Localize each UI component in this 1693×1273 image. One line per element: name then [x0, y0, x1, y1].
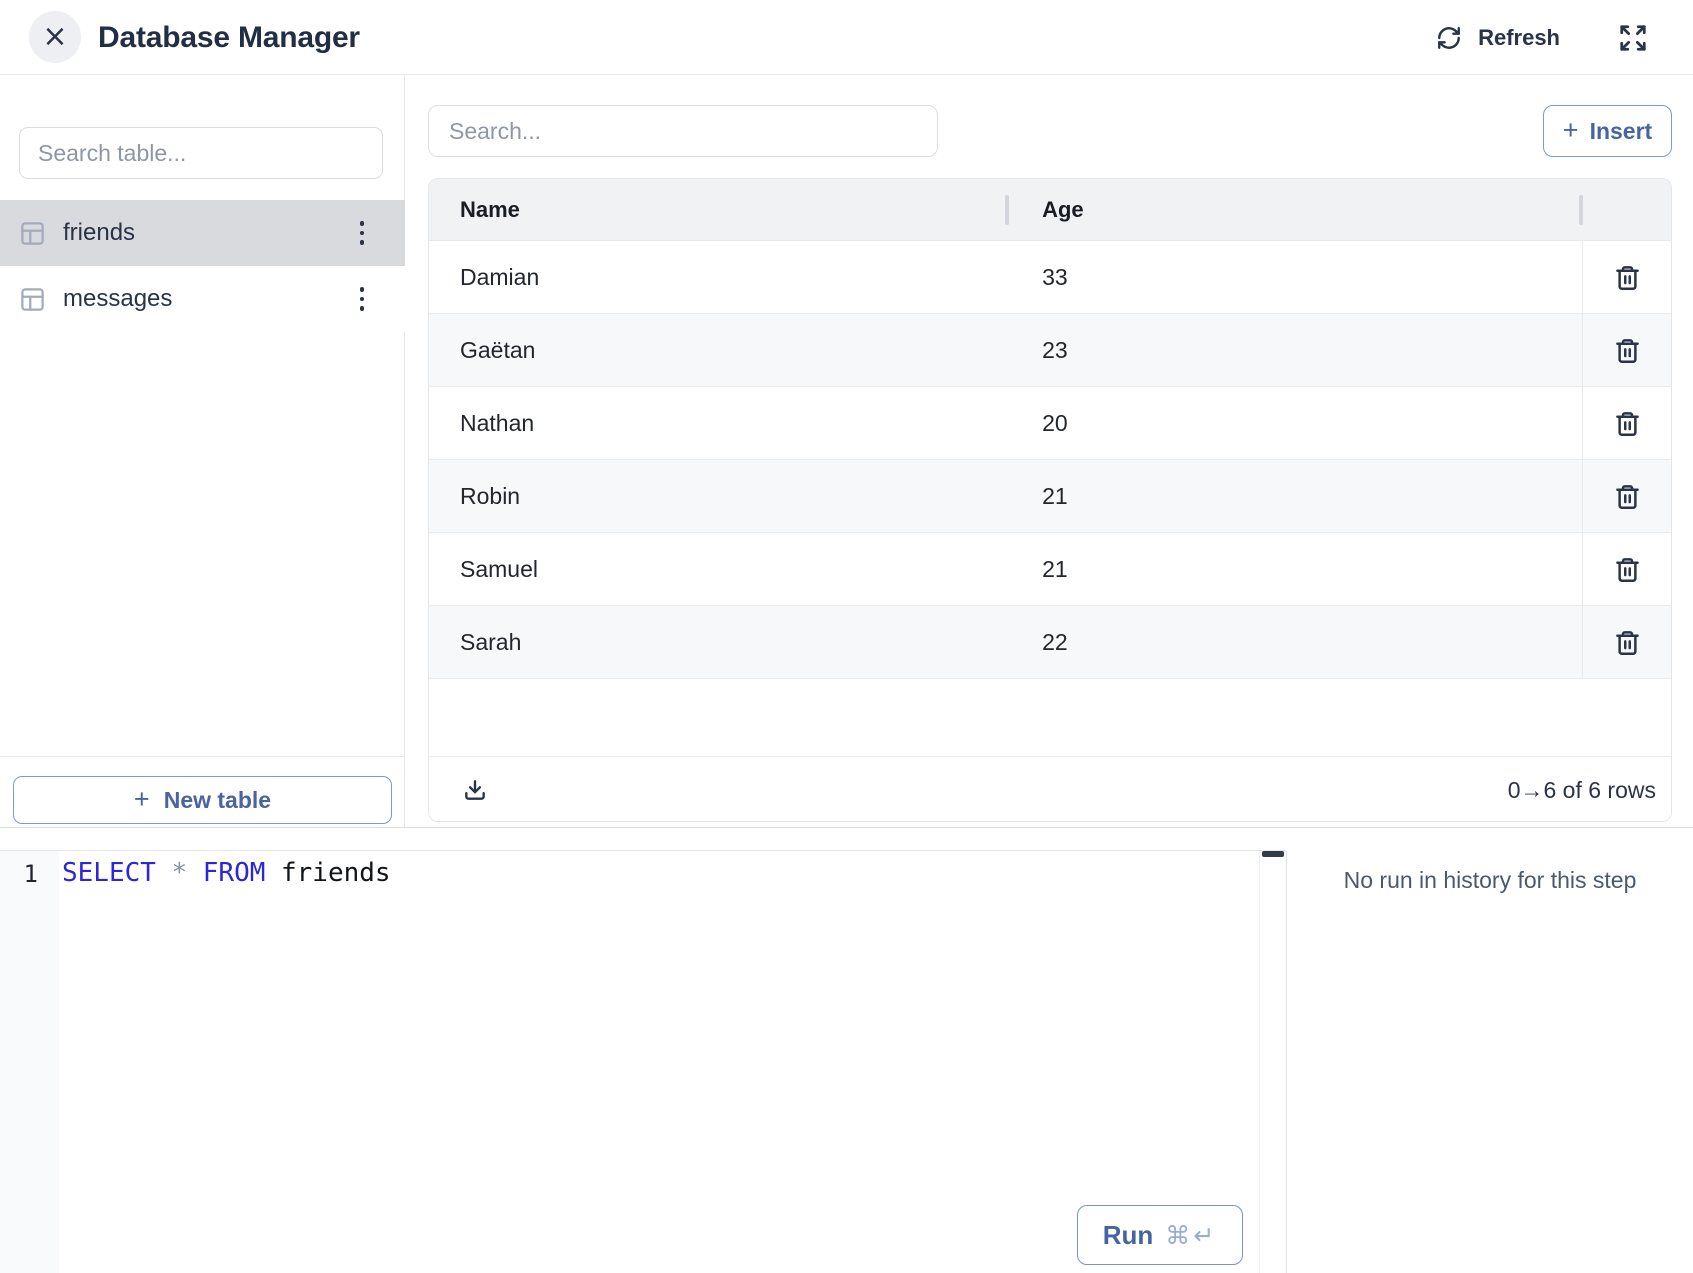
kebab-icon [360, 287, 365, 292]
sidebar: friends messages + New table [0, 75, 405, 827]
table-icon [19, 286, 46, 313]
column-header-age: Age [1007, 179, 1582, 240]
results-pane: + Insert Name Age Damian 33 Gaëtan 23 [405, 75, 1693, 827]
cell-age[interactable]: 20 [1007, 387, 1582, 459]
trash-icon [1614, 337, 1641, 364]
editor-gutter: 1 [0, 851, 59, 1273]
export-button[interactable] [460, 775, 490, 805]
sidebar-item-friends[interactable]: friends [0, 200, 405, 266]
cell-age[interactable]: 22 [1007, 606, 1582, 678]
history-empty-message: No run in history for this step [1344, 867, 1637, 894]
sql-keyword: SELECT [62, 858, 156, 888]
cell-name[interactable]: Samuel [429, 533, 1007, 605]
column-header-name: Name [429, 179, 1007, 240]
run-history-panel: No run in history for this step [1287, 851, 1693, 1273]
sql-star: * [172, 858, 188, 888]
run-label: Run [1103, 1220, 1154, 1251]
table-row: Gaëtan 23 [429, 314, 1671, 387]
delete-row-button[interactable] [1610, 406, 1645, 441]
refresh-button[interactable]: Refresh [1436, 0, 1560, 75]
column-header-actions [1582, 179, 1671, 240]
cell-name[interactable]: Robin [429, 460, 1007, 532]
sidebar-item-label: messages [63, 285, 172, 313]
column-resize-handle[interactable] [1005, 195, 1009, 225]
table-row: Sarah 22 [429, 606, 1671, 679]
column-resize-handle[interactable] [1579, 195, 1583, 225]
cell-name[interactable]: Nathan [429, 387, 1007, 459]
scrollbar-thumb[interactable] [1262, 851, 1284, 857]
close-button[interactable]: × [29, 11, 81, 63]
table-row: Nathan 20 [429, 387, 1671, 460]
sidebar-item-label: friends [63, 219, 135, 247]
trash-icon [1614, 629, 1641, 656]
new-table-label: New table [164, 787, 271, 814]
insert-button[interactable]: + Insert [1543, 105, 1672, 157]
trash-icon [1614, 556, 1641, 583]
refresh-icon [1436, 25, 1462, 51]
download-icon [462, 777, 488, 803]
table-search-input[interactable] [19, 127, 383, 179]
new-table-button[interactable]: + New table [13, 776, 392, 824]
cell-age[interactable]: 33 [1007, 241, 1582, 313]
fullscreen-button[interactable] [1618, 23, 1648, 53]
rows-count-info: 0→6 of 6 rows [1508, 777, 1656, 804]
delete-row-button[interactable] [1610, 552, 1645, 587]
table-row: Samuel 21 [429, 533, 1671, 606]
sql-section: 1 SELECT * FROM friends Run ⌘↵ No run in… [0, 827, 1693, 1273]
run-shortcut: ⌘↵ [1165, 1221, 1217, 1250]
trash-icon [1614, 264, 1641, 291]
line-number: 1 [0, 860, 38, 888]
plus-icon: + [1563, 117, 1579, 144]
table-row: Damian 33 [429, 241, 1671, 314]
sidebar-footer-divider [0, 756, 405, 757]
table-menu-button[interactable] [347, 279, 377, 319]
delete-row-button[interactable] [1610, 260, 1645, 295]
database-manager-window: × Database Manager Refresh [0, 0, 1693, 1273]
trash-icon [1614, 410, 1641, 437]
table-row: Robin 21 [429, 460, 1671, 533]
cell-name[interactable]: Sarah [429, 606, 1007, 678]
cell-name[interactable]: Damian [429, 241, 1007, 313]
sql-code-line: SELECT * FROM friends [59, 851, 1259, 888]
sql-keyword: FROM [203, 858, 266, 888]
table-header-row: Name Age [429, 179, 1671, 241]
kebab-icon [360, 221, 365, 226]
enter-key-icon: ↵ [1193, 1221, 1217, 1250]
rows-search-input[interactable] [428, 105, 938, 157]
page-title: Database Manager [98, 0, 360, 75]
delete-row-button[interactable] [1610, 333, 1645, 368]
cell-age[interactable]: 23 [1007, 314, 1582, 386]
command-key-icon: ⌘ [1165, 1221, 1193, 1250]
table-body: Damian 33 Gaëtan 23 Nathan 20 Robin 21 [429, 241, 1671, 679]
table-menu-button[interactable] [347, 213, 377, 253]
delete-row-button[interactable] [1610, 479, 1645, 514]
refresh-label: Refresh [1478, 25, 1560, 51]
sidebar-item-messages[interactable]: messages [0, 266, 405, 332]
plus-icon: + [134, 786, 150, 813]
cell-age[interactable]: 21 [1007, 460, 1582, 532]
expand-icon [1618, 23, 1648, 53]
table-footer: 0→6 of 6 rows [429, 756, 1671, 822]
data-table-card: Name Age Damian 33 Gaëtan 23 Nath [428, 178, 1672, 822]
trash-icon [1614, 483, 1641, 510]
cell-name[interactable]: Gaëtan [429, 314, 1007, 386]
topbar: × Database Manager Refresh [0, 0, 1693, 75]
close-icon: × [42, 22, 67, 52]
sql-table-name: friends [281, 858, 391, 888]
run-button[interactable]: Run ⌘↵ [1077, 1205, 1243, 1265]
delete-row-button[interactable] [1610, 625, 1645, 660]
editor-scrollbar[interactable] [1259, 851, 1286, 1273]
table-empty-space [429, 679, 1671, 756]
insert-label: Insert [1590, 118, 1653, 145]
cell-age[interactable]: 21 [1007, 533, 1582, 605]
table-icon [19, 220, 46, 247]
